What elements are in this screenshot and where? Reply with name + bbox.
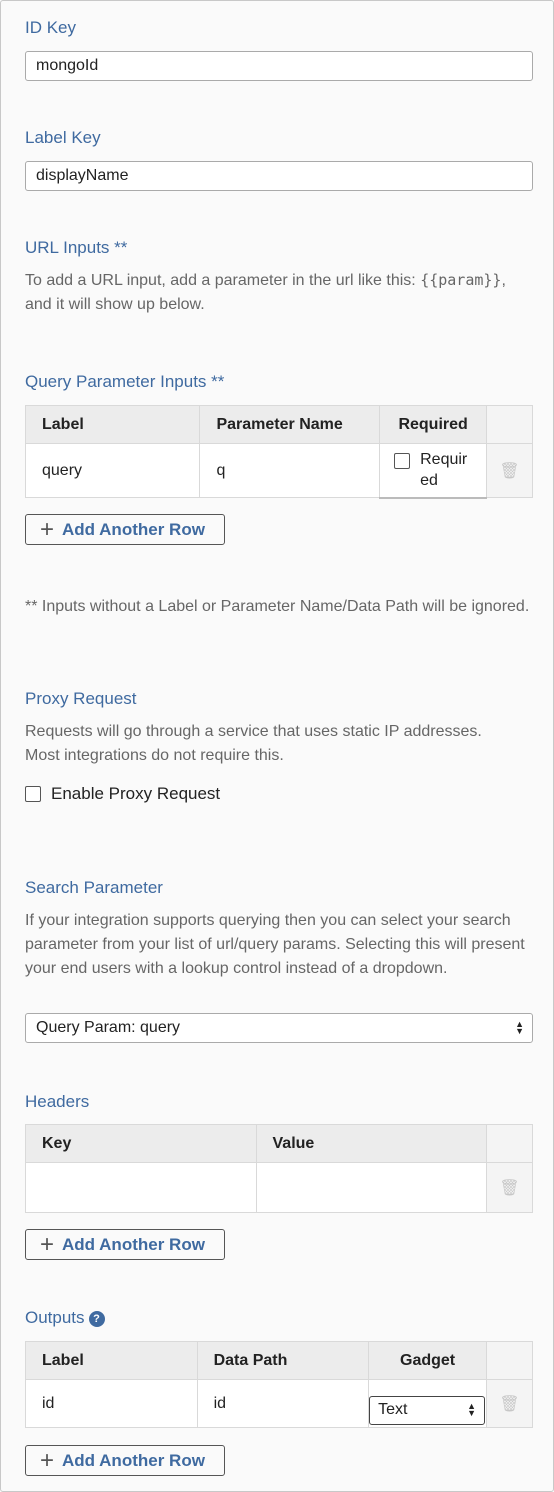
column-header-value: Value [255,1124,488,1163]
headers-section: Headers Key Value 🗑 + Add Another Row [25,1092,533,1260]
enable-proxy-label[interactable]: Enable Proxy Request [51,784,220,804]
url-inputs-section: URL Inputs ** To add a URL input, add a … [25,238,533,317]
enable-proxy-row[interactable]: Enable Proxy Request [25,784,533,804]
outputs-header-row: Label Data Path Gadget [25,1341,533,1380]
query-required-cell: Required [379,443,488,499]
add-row-label: Add Another Row [62,1450,205,1470]
select-arrows-icon: ▲ ▼ [515,1019,524,1036]
column-header-label: Label [24,405,201,444]
headers-add-row-button[interactable]: + Add Another Row [25,1229,225,1260]
column-header-actions [486,1341,533,1380]
output-gadget-cell: Text ▲ ▼ [368,1379,488,1428]
outputs-add-row-button[interactable]: + Add Another Row [25,1445,225,1476]
ignored-inputs-note: ** Inputs without a Label or Parameter N… [25,598,530,615]
table-row: id id Text ▲ ▼ 🗑 [25,1379,533,1428]
label-key-label: Label Key [25,128,101,147]
plus-icon: + [40,1446,55,1474]
url-inputs-label: URL Inputs ** [25,238,128,257]
column-header-required: Required [379,405,488,444]
search-parameter-description: If your integration supports querying th… [25,912,525,977]
add-row-label: Add Another Row [62,519,205,539]
search-parameter-section: Search Parameter If your integration sup… [25,878,533,1043]
url-inputs-desc-before: To add a URL input, add a parameter in t… [25,272,421,289]
column-header-actions [486,405,533,444]
headers-header-row: Key Value [25,1124,533,1163]
label-key-input[interactable]: displayName [25,161,533,191]
header-key-cell[interactable] [25,1162,257,1213]
search-parameter-select[interactable]: Query Param: query ▲ ▼ [25,1013,533,1043]
id-key-section: ID Key mongoId [25,18,533,81]
label-key-section: Label Key displayName [25,128,533,191]
plus-icon: + [40,515,55,543]
column-header-gadget: Gadget [368,1341,488,1380]
gadget-selected: Text [378,1401,408,1418]
id-key-label: ID Key [25,18,77,37]
url-inputs-description: To add a URL input, add a parameter in t… [25,268,533,317]
select-arrows-icon: ▲ ▼ [467,1401,477,1418]
proxy-request-description: Requests will go through a service that … [25,723,482,740]
enable-proxy-checkbox[interactable] [25,786,41,802]
gadget-select[interactable]: Text ▲ ▼ [369,1396,486,1425]
outputs-label: Outputs [25,1308,85,1327]
proxy-request-label: Proxy Request [25,689,137,708]
proxy-request-description-2: Most integrations do not require this. [25,747,284,764]
question-circle-icon[interactable]: ? [88,1310,105,1327]
headers-label: Headers [25,1092,90,1111]
required-checkbox[interactable] [394,453,411,470]
search-parameter-label: Search Parameter [25,878,163,897]
proxy-request-section: Proxy Request Requests will go through a… [25,689,533,804]
id-key-input[interactable]: mongoId [25,51,533,81]
search-parameter-selected: Query Param: query [36,1019,181,1036]
delete-row-button[interactable]: 🗑 [486,1162,533,1213]
output-data-path-cell[interactable]: id [196,1379,370,1428]
query-params-header-row: Label Parameter Name Required [24,405,533,444]
outputs-section: Outputs? Label Data Path Gadget id id Te… [25,1308,533,1476]
column-header-data-path: Data Path [196,1341,370,1380]
headers-table: Key Value 🗑 [25,1124,533,1213]
outputs-table: Label Data Path Gadget id id Text ▲ ▼ 🗑 [25,1341,533,1428]
url-param-code: {{param}} [420,271,502,289]
required-checkbox-label: Required [420,451,468,490]
add-row-label: Add Another Row [62,1234,205,1254]
query-param-name-cell[interactable]: q [199,443,381,498]
delete-row-button[interactable]: 🗑 [486,1379,533,1428]
query-label-cell[interactable]: query [24,443,201,498]
query-params-section: Query Parameter Inputs ** Label Paramete… [24,372,533,545]
trash-icon: 🗑 [499,462,520,480]
trash-icon: 🗑 [499,1179,520,1197]
column-header-parameter-name: Parameter Name [199,405,381,444]
trash-icon: 🗑 [499,1395,520,1413]
outputs-label-row: Outputs? [25,1308,533,1328]
column-header-label: Label [25,1341,198,1380]
delete-row-button[interactable]: 🗑 [486,443,533,498]
query-params-label: Query Parameter Inputs ** [25,372,225,391]
header-value-cell[interactable] [255,1162,488,1213]
column-header-key: Key [25,1124,257,1163]
table-row: query q Required 🗑 [24,443,533,499]
ignored-inputs-note-section: ** Inputs without a Label or Parameter N… [25,595,533,619]
plus-icon: + [40,1230,55,1258]
integration-settings-panel: ID Key mongoId Label Key displayName URL… [0,0,554,1492]
column-header-actions [486,1124,533,1163]
query-params-table: Label Parameter Name Required query q Re… [24,405,533,499]
output-label-cell[interactable]: id [25,1379,198,1428]
table-row: 🗑 [25,1162,533,1213]
query-params-add-row-button[interactable]: + Add Another Row [25,514,225,545]
